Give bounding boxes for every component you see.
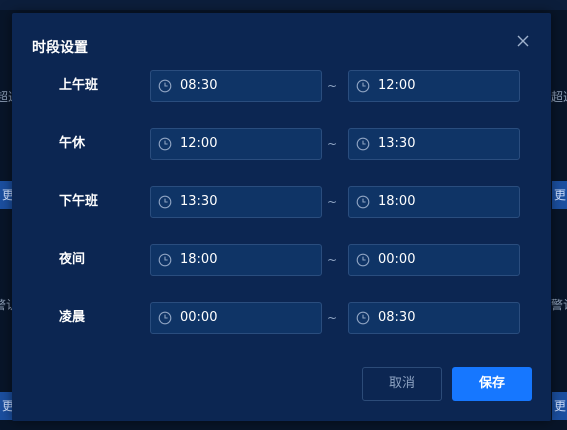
save-button[interactable]: 保存 [452,367,532,401]
end-time-picker[interactable]: 00:00 [348,244,520,276]
clock-icon [158,195,172,209]
time-row-label: 上午班 [59,78,99,93]
end-time-value: 13:30 [378,136,416,151]
clock-icon [356,311,370,325]
clock-icon [158,137,172,151]
start-time-value: 18:00 [180,252,218,267]
end-time-value: 18:00 [378,194,416,209]
time-row: 凌晨 00:00 ~ 08:30 [12,302,551,334]
range-separator: ~ [327,195,338,209]
end-time-picker[interactable]: 18:00 [348,186,520,218]
start-time-value: 08:30 [180,78,218,93]
start-time-picker[interactable]: 18:00 [150,244,322,276]
end-time-picker[interactable]: 08:30 [348,302,520,334]
start-time-picker[interactable]: 13:30 [150,186,322,218]
clock-icon [356,79,370,93]
end-time-value: 00:00 [378,252,416,267]
time-row-label: 凌晨 [59,310,86,325]
range-separator: ~ [327,253,338,267]
end-time-value: 08:30 [378,310,416,325]
time-period-settings-dialog: 时段设置 上午班 08:30 ~ 12:00 午休 12:00 ~ 13:30 [12,13,551,421]
range-separator: ~ [327,311,338,325]
background-band [0,0,567,10]
time-row: 上午班 08:30 ~ 12:00 [12,70,551,102]
time-row: 夜间 18:00 ~ 00:00 [12,244,551,276]
time-row: 下午班 13:30 ~ 18:00 [12,186,551,218]
start-time-picker[interactable]: 12:00 [150,128,322,160]
time-row: 午休 12:00 ~ 13:30 [12,128,551,160]
background-text: 警认 [551,298,567,312]
time-row-label: 下午班 [59,194,99,209]
background-button: 更 [552,392,567,420]
end-time-picker[interactable]: 13:30 [348,128,520,160]
time-row-label: 午休 [59,136,86,151]
clock-icon [158,79,172,93]
clock-icon [356,195,370,209]
clock-icon [158,253,172,267]
range-separator: ~ [327,137,338,151]
start-time-picker[interactable]: 00:00 [150,302,322,334]
end-time-value: 12:00 [378,78,416,93]
time-row-label: 夜间 [59,252,86,267]
start-time-value: 13:30 [180,194,218,209]
range-separator: ~ [327,79,338,93]
start-time-value: 12:00 [180,136,218,151]
background-text: 超过 [551,90,567,104]
clock-icon [356,137,370,151]
start-time-value: 00:00 [180,310,218,325]
cancel-button[interactable]: 取消 [362,367,442,401]
start-time-picker[interactable]: 08:30 [150,70,322,102]
close-icon[interactable] [515,33,531,49]
clock-icon [356,253,370,267]
dialog-title: 时段设置 [32,40,88,56]
background-button: 更 [552,181,567,209]
clock-icon [158,311,172,325]
end-time-picker[interactable]: 12:00 [348,70,520,102]
